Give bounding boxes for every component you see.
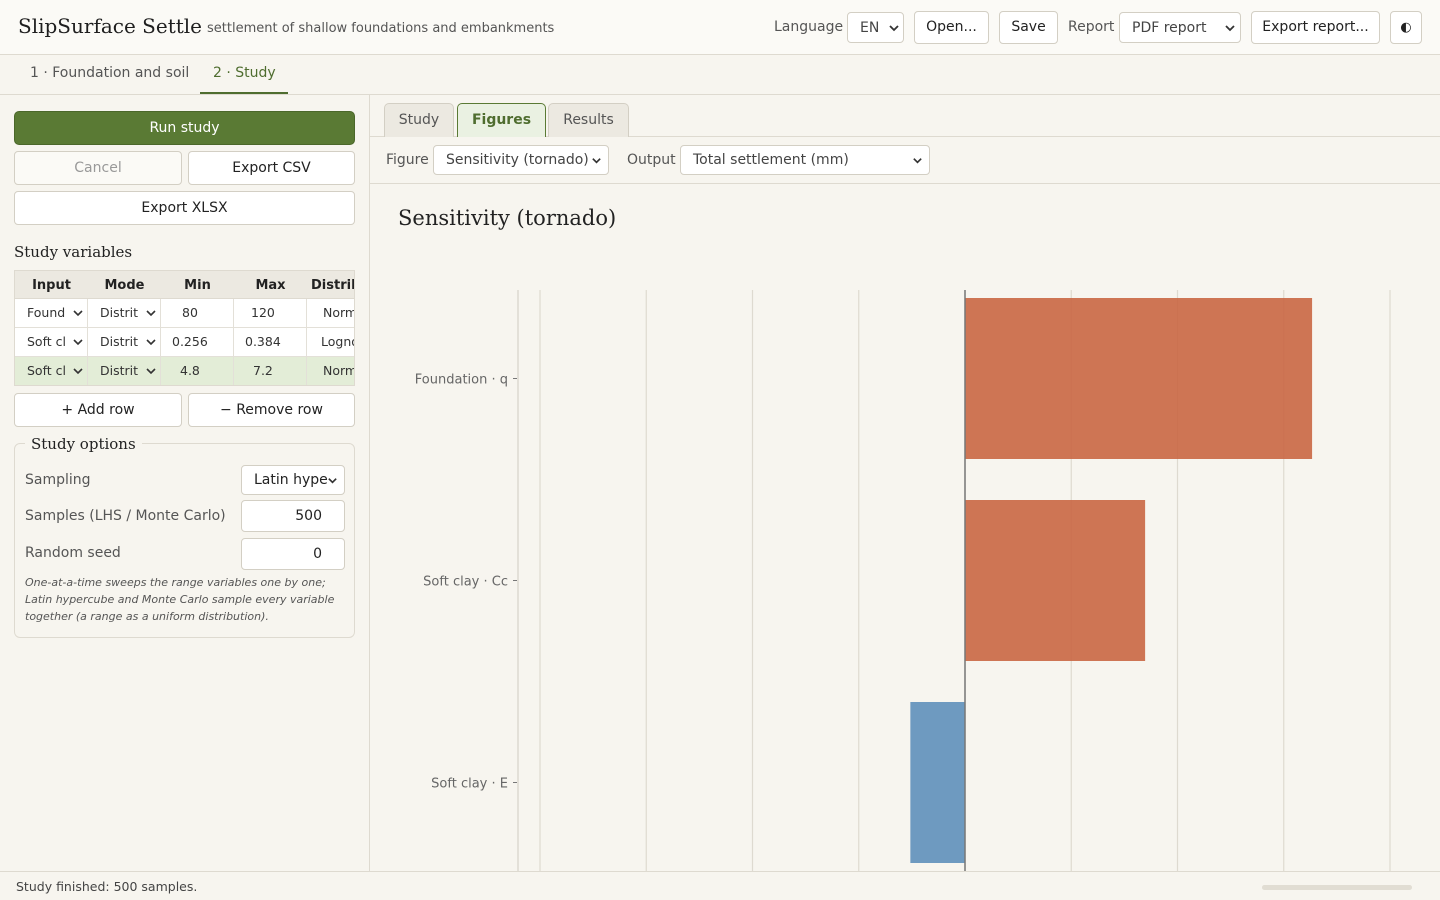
step-tabs: 1 · Foundation and soil 2 · Study bbox=[0, 55, 1440, 95]
export-csv-button[interactable]: Export CSV bbox=[188, 151, 355, 185]
chevron-down-icon bbox=[73, 339, 83, 346]
report-format-value: PDF report bbox=[1132, 20, 1207, 36]
export-xlsx-button[interactable]: Export XLSX bbox=[14, 191, 355, 225]
mode-cell-select[interactable]: Distrit bbox=[88, 357, 161, 385]
mode-cell-value: Distrit bbox=[100, 363, 139, 378]
language-select[interactable]: EN bbox=[847, 12, 904, 43]
mode-cell-select[interactable]: Distrit bbox=[88, 328, 161, 356]
study-variables-table: Input Mode Min Max Distrib Found Distrit… bbox=[14, 270, 355, 386]
mode-cell-select[interactable]: Distrit bbox=[88, 299, 161, 327]
results-area: Study Figures Results Figure Sensitivity… bbox=[370, 95, 1440, 871]
run-study-button[interactable]: Run study bbox=[14, 111, 355, 145]
random-seed-label: Random seed bbox=[25, 545, 121, 561]
max-cell[interactable]: 0.384 bbox=[234, 328, 307, 356]
chevron-down-icon bbox=[146, 368, 156, 375]
tornado-chart: Foundation · q Soft clay · Cc Soft clay · … bbox=[415, 290, 1412, 871]
study-options-note: One-at-a-time sweeps the range variables… bbox=[25, 576, 335, 623]
theme-toggle-icon[interactable]: ◐ bbox=[1390, 11, 1422, 44]
study-options-legend: Study options bbox=[25, 435, 142, 453]
column-header-mode: Mode bbox=[104, 278, 145, 293]
active-step-indicator bbox=[200, 92, 288, 94]
report-label: Report bbox=[1068, 19, 1115, 35]
language-label: Language bbox=[774, 19, 844, 35]
input-cell-value: Soft cl bbox=[27, 334, 66, 349]
app-header: SlipSurface Settle settlement of shallow… bbox=[0, 0, 1440, 55]
chevron-down-icon bbox=[73, 368, 83, 375]
distribution-cell[interactable]: Logno bbox=[307, 328, 354, 356]
samples-label: Samples (LHS / Monte Carlo) bbox=[25, 508, 226, 524]
step-tab-foundation-soil[interactable]: 1 · Foundation and soil bbox=[30, 65, 189, 81]
chevron-down-icon bbox=[328, 478, 337, 484]
sampling-label: Sampling bbox=[25, 472, 91, 488]
random-seed-input[interactable]: 0 bbox=[241, 538, 345, 570]
input-cell-value: Soft cl bbox=[27, 363, 66, 378]
mode-cell-value: Distrit bbox=[100, 305, 139, 320]
language-value: EN bbox=[860, 20, 880, 36]
report-format-select[interactable]: PDF report bbox=[1119, 12, 1241, 43]
table-row-selected[interactable]: Soft cl Distrit 4.8 7.2 Norm bbox=[15, 357, 354, 385]
step-tab-study[interactable]: 2 · Study bbox=[213, 65, 276, 81]
max-cell[interactable]: 7.2 bbox=[234, 357, 307, 385]
chevron-down-icon bbox=[1225, 25, 1235, 32]
min-cell[interactable]: 4.8 bbox=[161, 357, 234, 385]
table-header: Input Mode Min Max Distrib bbox=[15, 271, 354, 299]
remove-row-button[interactable]: − Remove row bbox=[188, 393, 355, 427]
status-progress-bar bbox=[1262, 885, 1412, 890]
input-cell-select[interactable]: Soft cl bbox=[15, 328, 88, 356]
save-button[interactable]: Save bbox=[999, 11, 1058, 44]
y-tick-label: Foundation · q bbox=[415, 373, 508, 388]
app-subtitle: settlement of shallow foundations and em… bbox=[207, 21, 555, 36]
status-progress-fill bbox=[1262, 885, 1412, 890]
samples-input[interactable]: 500 bbox=[241, 500, 345, 532]
chevron-down-icon bbox=[146, 339, 156, 346]
study-variables-heading: Study variables bbox=[14, 243, 133, 261]
tornado-bar bbox=[965, 500, 1146, 661]
chevron-down-icon bbox=[889, 25, 899, 32]
chevron-down-icon bbox=[73, 310, 83, 317]
app-title: SlipSurface Settle bbox=[18, 14, 203, 38]
open-button[interactable]: Open... bbox=[914, 11, 989, 44]
column-header-distribution: Distrib bbox=[311, 278, 354, 293]
tornado-bar bbox=[965, 298, 1313, 459]
sampling-value: Latin hype bbox=[254, 472, 328, 488]
table-row[interactable]: Soft cl Distrit 0.256 0.384 Logno bbox=[15, 328, 354, 357]
mode-cell-value: Distrit bbox=[100, 334, 139, 349]
min-cell[interactable]: 0.256 bbox=[161, 328, 234, 356]
column-header-min: Min bbox=[184, 278, 211, 293]
min-cell[interactable]: 80 bbox=[161, 299, 234, 327]
sampling-select[interactable]: Latin hype bbox=[241, 465, 345, 495]
study-options-group: Study options Sampling Latin hype Sample… bbox=[14, 435, 355, 638]
input-cell-select[interactable]: Soft cl bbox=[15, 357, 88, 385]
input-cell-select[interactable]: Found bbox=[15, 299, 88, 327]
cancel-button[interactable]: Cancel bbox=[14, 151, 182, 185]
y-tick-label: Soft clay · E bbox=[431, 777, 508, 792]
max-cell[interactable]: 120 bbox=[234, 299, 307, 327]
table-row[interactable]: Found Distrit 80 120 Norm bbox=[15, 299, 354, 328]
status-bar: Study finished: 500 samples. bbox=[0, 871, 1440, 900]
study-left-panel: Run study Cancel Export CSV Export XLSX … bbox=[0, 95, 370, 871]
chevron-down-icon bbox=[146, 310, 156, 317]
tornado-bar bbox=[910, 702, 965, 863]
distribution-cell[interactable]: Norm bbox=[307, 299, 354, 327]
y-tick-label: Soft clay · Cc bbox=[423, 575, 508, 590]
distribution-cell[interactable]: Norm bbox=[307, 357, 354, 385]
column-header-max: Max bbox=[255, 278, 286, 293]
export-report-button[interactable]: Export report... bbox=[1251, 11, 1380, 44]
input-cell-value: Found bbox=[27, 305, 66, 320]
add-row-button[interactable]: + Add row bbox=[14, 393, 182, 427]
status-text: Study finished: 500 samples. bbox=[16, 879, 198, 894]
column-header-input: Input bbox=[32, 278, 71, 293]
